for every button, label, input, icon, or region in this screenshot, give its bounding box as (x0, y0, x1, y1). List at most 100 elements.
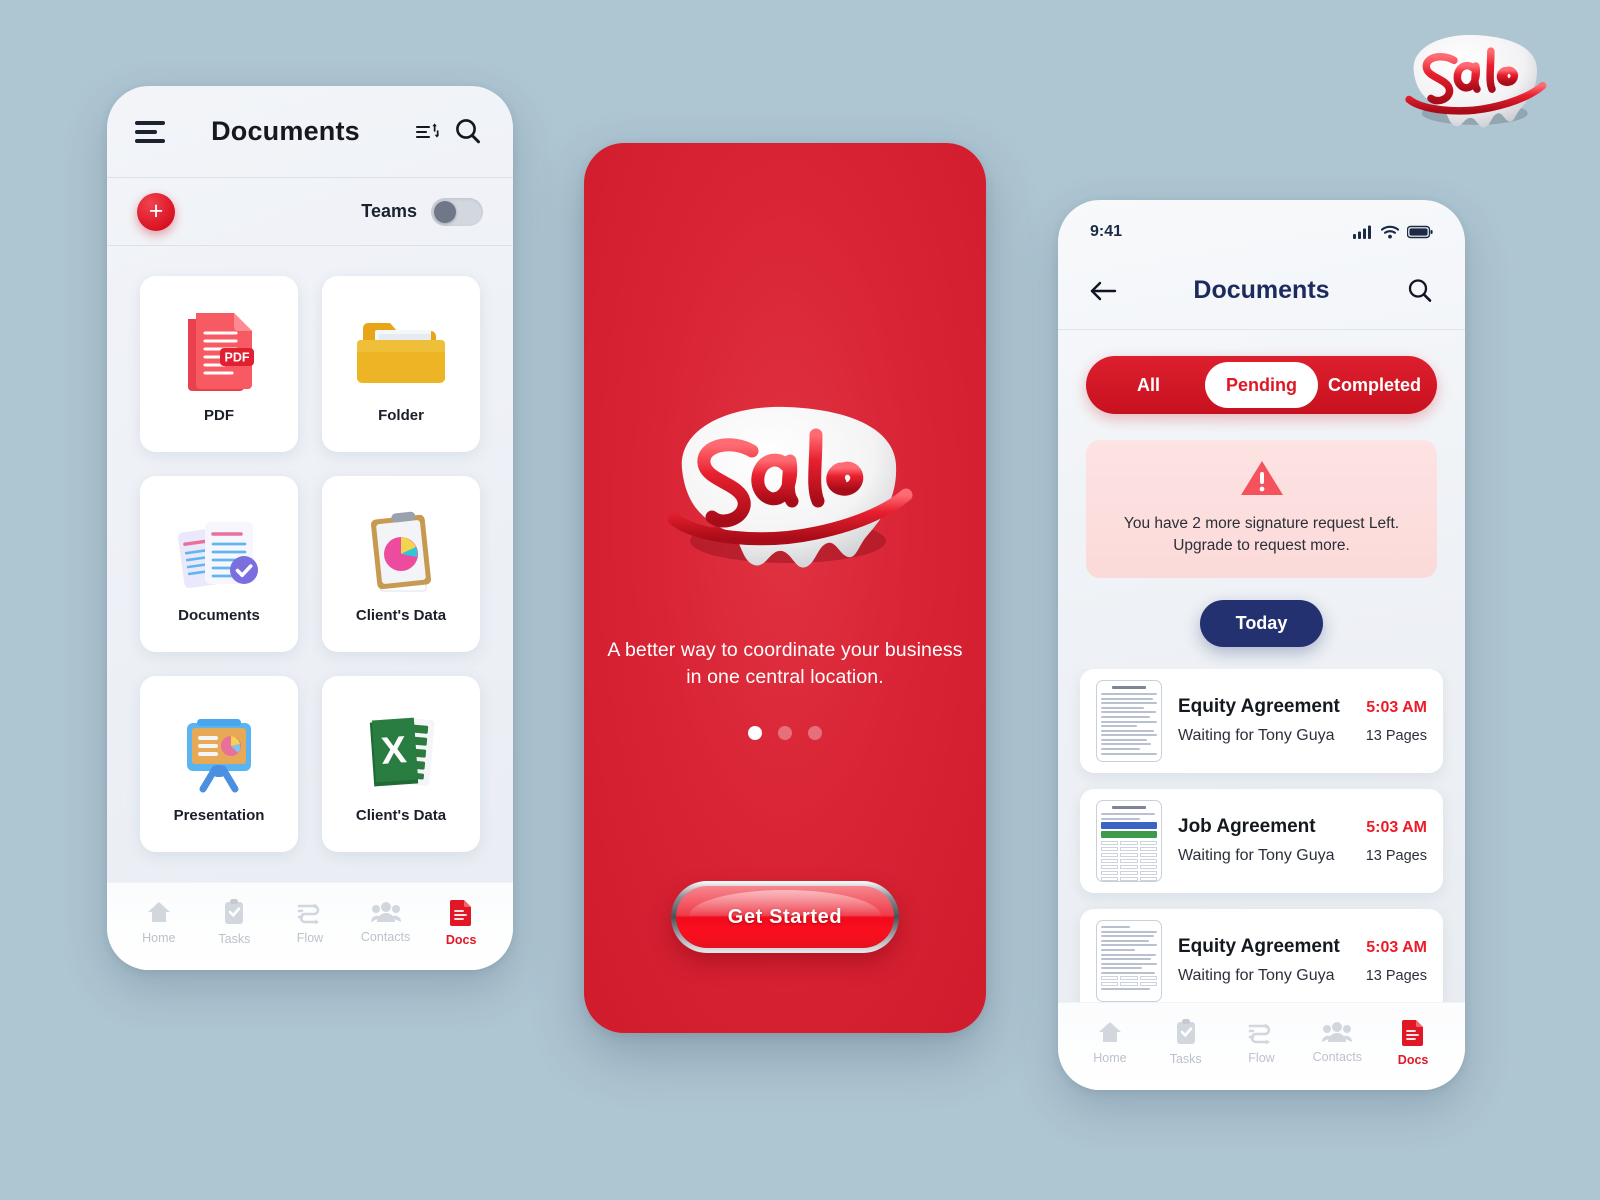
document-status: Waiting for Tony Guya (1178, 967, 1335, 985)
document-time: 5:03 AM (1366, 819, 1427, 837)
sale-logo-3d (620, 391, 950, 581)
teams-toggle[interactable] (431, 197, 483, 226)
phone1-subbar: + Teams (107, 178, 513, 246)
carousel-dot-3[interactable] (808, 726, 822, 741)
docs-icon (1402, 1020, 1424, 1046)
nav-label: Docs (445, 933, 477, 947)
signature-limit-alert: You have 2 more signature request Left. … (1086, 440, 1437, 578)
row-content: Equity Agreement 5:03 AM Waiting for Ton… (1178, 696, 1427, 745)
row-top-line: Equity Agreement 5:03 AM (1178, 696, 1427, 718)
alert-line-1: You have 2 more signature request Left. (1123, 515, 1400, 532)
back-arrow-icon[interactable] (1088, 279, 1118, 303)
contacts-icon (370, 902, 401, 922)
sale-brand-logo (1378, 18, 1568, 143)
row-bottom-line: Waiting for Tony Guya 13 Pages (1178, 727, 1427, 745)
document-pages: 13 Pages (1365, 968, 1427, 985)
document-thumbnail (1096, 799, 1162, 882)
onboarding-tagline: A better way to coordinate your business… (607, 637, 962, 690)
svg-text:PDF: PDF (225, 350, 250, 364)
doc-card-label: Documents (178, 606, 260, 624)
nav-item-contacts[interactable]: Contacts (1299, 1021, 1375, 1064)
phone-documents-list: 9:41 Documents All Pending Completed You… (1058, 200, 1465, 1090)
get-started-button[interactable]: Get Started (671, 881, 899, 953)
nav-item-docs[interactable]: Docs (1375, 1018, 1451, 1067)
doc-card-label: Folder (378, 406, 424, 424)
nav-label: Tasks (1169, 1052, 1202, 1066)
document-status: Waiting for Tony Guya (1178, 727, 1335, 745)
today-filter-button[interactable]: Today (1199, 599, 1324, 647)
get-started-button-face: Get Started (676, 886, 894, 948)
nav-item-home[interactable]: Home (1072, 1020, 1148, 1065)
doc-card-label: Presentation (173, 806, 265, 824)
segment-pending[interactable]: Pending (1205, 362, 1318, 408)
phone-documents-grid: Documents + Teams PDF PDF Folder Documen… (107, 86, 513, 970)
doc-card-documents[interactable]: Documents (140, 476, 298, 652)
doc-card-clients-data-excel[interactable]: X Client's Data (322, 676, 480, 852)
page-title: Documents (1193, 276, 1330, 304)
teams-label: Teams (361, 201, 417, 221)
document-type-grid: PDF PDF Folder Documents Client's Data P… (107, 246, 513, 882)
nav-item-flow[interactable]: Flow (272, 900, 348, 945)
nav-label: Docs (1397, 1053, 1429, 1067)
nav-label: Flow (1248, 1051, 1275, 1065)
filter-segmented-control: All Pending Completed (1086, 356, 1437, 414)
doc-card-label: PDF (204, 406, 234, 424)
table-row[interactable]: Job Agreement 5:03 AM Waiting for Tony G… (1080, 788, 1443, 893)
search-icon[interactable] (451, 115, 485, 149)
nav-item-docs[interactable]: Docs (423, 898, 499, 947)
cta-wrapper: Get Started (671, 881, 899, 953)
phone1-header-actions (412, 115, 485, 149)
search-icon[interactable] (1405, 276, 1435, 306)
home-icon (1098, 1022, 1121, 1042)
segment-completed[interactable]: Completed (1318, 362, 1431, 408)
carousel-dot-1[interactable] (748, 726, 762, 741)
phone3-header: Documents (1058, 252, 1465, 330)
nav-item-tasks[interactable]: Tasks (197, 899, 273, 946)
nav-item-flow[interactable]: Flow (1224, 1020, 1300, 1065)
document-list: Equity Agreement 5:03 AM Waiting for Ton… (1058, 668, 1465, 1002)
nav-item-contacts[interactable]: Contacts (348, 901, 424, 944)
status-time: 9:41 (1090, 223, 1123, 240)
presentation-board-icon (173, 705, 265, 801)
nav-label: Tasks (218, 932, 251, 946)
get-started-label: Get Started (727, 905, 843, 928)
bottom-navigation: Home Tasks Flow Contacts Docs (107, 882, 513, 970)
sort-icon[interactable] (412, 117, 442, 147)
battery-icon (1407, 225, 1433, 239)
page-title: Documents (211, 116, 360, 146)
nav-label: Contacts (360, 930, 411, 944)
nav-label: Flow (296, 931, 324, 945)
documents-check-icon (173, 505, 265, 601)
document-title: Equity Agreement (1178, 936, 1340, 958)
document-thumbnail (1096, 679, 1162, 762)
tagline-line-2: in one central location. (686, 665, 884, 688)
cellular-signal-icon (1353, 225, 1371, 239)
folder-icon (355, 305, 447, 401)
carousel-dot-2[interactable] (778, 726, 792, 741)
row-top-line: Equity Agreement 5:03 AM (1178, 936, 1427, 958)
doc-card-label: Client's Data (355, 806, 447, 824)
doc-card-clients-data-clipboard[interactable]: Client's Data (322, 476, 480, 652)
nav-label: Contacts (1312, 1050, 1362, 1064)
doc-card-presentation[interactable]: Presentation (140, 676, 298, 852)
clipboard-chart-icon (356, 505, 446, 601)
table-row[interactable]: Equity Agreement 5:03 AM Waiting for Ton… (1080, 668, 1443, 773)
doc-card-folder[interactable]: Folder (322, 276, 480, 452)
doc-card-label: Client's Data (355, 606, 447, 624)
contacts-icon (1322, 1022, 1353, 1042)
add-document-button[interactable]: + (137, 192, 175, 231)
bottom-navigation: Home Tasks Flow Contacts Docs (1058, 1002, 1465, 1090)
status-indicators (1353, 225, 1433, 239)
alert-line-2: Upgrade to request more. (1173, 537, 1350, 555)
document-status: Waiting for Tony Guya (1178, 847, 1335, 865)
segment-all[interactable]: All (1092, 362, 1205, 408)
teams-toggle-group: Teams (361, 197, 483, 226)
nav-item-home[interactable]: Home (121, 900, 197, 945)
document-thumbnail (1096, 919, 1162, 1002)
doc-card-pdf[interactable]: PDF PDF (140, 276, 298, 452)
docs-icon (450, 900, 472, 926)
nav-item-tasks[interactable]: Tasks (1148, 1019, 1224, 1066)
table-row[interactable]: Equity Agreement 5:03 AM Waiting for Ton… (1080, 908, 1443, 1002)
home-icon (147, 902, 170, 922)
flow-icon (297, 903, 320, 924)
